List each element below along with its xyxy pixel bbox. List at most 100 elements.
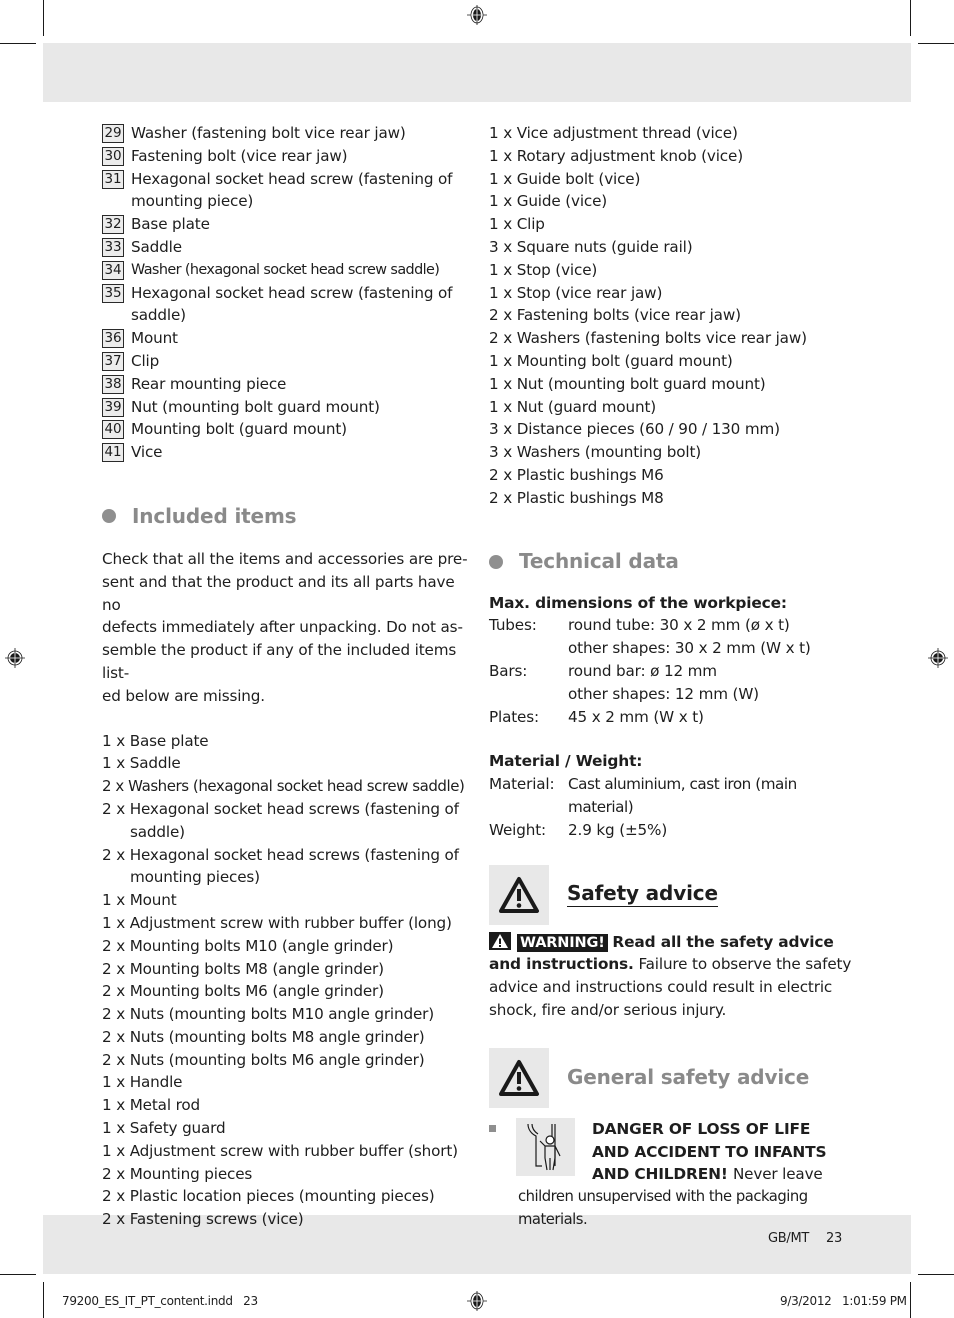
- header-band: [43, 43, 911, 102]
- list-item: 2 x Nuts (mounting bolts M8 angle grinde…: [102, 1027, 425, 1046]
- left-column: 29 Washer (fastening bolt vice rear jaw) …: [102, 122, 474, 1231]
- list-item: 1 x Base plate: [102, 731, 209, 750]
- part-number: 36: [102, 329, 124, 349]
- list-item: 1 x Guide bolt (vice): [489, 169, 641, 188]
- danger-text-tail: children unsupervised with the packaging…: [518, 1188, 808, 1228]
- list-item: 1 x Guide (vice): [489, 192, 608, 211]
- crop-mark: [918, 43, 954, 44]
- list-item: 2 x Mounting pieces: [102, 1164, 253, 1183]
- part-label: Fastening bolt (vice rear jaw): [131, 146, 348, 165]
- part-number: 40: [102, 420, 124, 440]
- crop-mark: [43, 1282, 44, 1318]
- right-column: 1 x Vice adjustment thread (vice) 1 x Ro…: [489, 122, 861, 1232]
- part-label: Vice: [131, 443, 163, 462]
- spec-value: other shapes: 30 x 2 mm (W x t): [568, 639, 811, 658]
- list-item: 2 x Nuts (mounting bolts M10 angle grind…: [102, 1005, 435, 1024]
- crop-mark: [910, 0, 911, 36]
- warning-paragraph: WARNING! Read all the safety advice and …: [489, 931, 861, 1022]
- part-row: 35 Hexagonal socket head screw (fastening…: [102, 282, 474, 328]
- part-label: Nut (mounting bolt guard mount): [131, 397, 380, 416]
- technical-data-heading: Technical data: [489, 547, 861, 577]
- section-title: General safety advice: [567, 1065, 810, 1090]
- intro-line: defects immediately after unpacking. Do …: [102, 618, 463, 637]
- part-label: Saddle: [131, 237, 182, 256]
- list-item: 1 x Handle: [102, 1073, 183, 1092]
- included-items-heading: Included items: [102, 501, 474, 531]
- part-number: 29: [102, 124, 124, 143]
- part-row: 38 Rear mounting piece: [102, 373, 474, 396]
- intro-line: sent and that the product and its all pa…: [102, 572, 455, 614]
- list-item: 3 x Washers (mounting bolt): [489, 443, 702, 462]
- part-label: Hexagonal socket head screw (fastening o…: [131, 283, 453, 325]
- registration-mark-icon: [928, 648, 948, 668]
- included-items-list-right: 1 x Vice adjustment thread (vice) 1 x Ro…: [489, 122, 861, 510]
- list-item: 1 x Safety guard: [102, 1119, 226, 1138]
- list-item: 2 x Fastening bolts (vice rear jaw): [489, 306, 741, 325]
- crop-mark: [43, 0, 44, 36]
- part-label: Base plate: [131, 215, 210, 234]
- danger-paragraph: DANGER OF LOSS OF LIFE AND ACCIDENT TO I…: [489, 1117, 861, 1232]
- registration-mark-icon: [5, 648, 25, 668]
- list-item: 2 x Mounting bolts M10 (angle grinder): [102, 936, 394, 955]
- spec-value: other shapes: 12 mm (W): [568, 684, 759, 703]
- material-heading: Material / Weight:: [489, 752, 643, 771]
- dimensions-block: Max. dimensions of the workpiece: Tubes:…: [489, 592, 861, 729]
- spec-value: Cast aluminium, cast iron (main material…: [568, 775, 797, 816]
- list-item: 1 x Nut (mounting bolt guard mount): [489, 374, 766, 393]
- list-item: 3 x Distance pieces (60 / 90 / 130 mm): [489, 420, 780, 439]
- spec-row: other shapes: 12 mm (W): [489, 683, 861, 706]
- part-number: 39: [102, 397, 124, 417]
- spec-row: other shapes: 30 x 2 mm (W x t): [489, 637, 861, 660]
- print-timestamp: 9/3/2012 1:01:59 PM: [780, 1294, 907, 1308]
- part-number: 41: [102, 443, 124, 463]
- danger-block: DANGER OF LOSS OF LIFE AND ACCIDENT TO I…: [489, 1117, 861, 1186]
- list-item: 2 x Plastic bushings M6: [489, 465, 664, 484]
- part-label: Mount: [131, 329, 178, 348]
- included-items-list-left: 1 x Base plate 1 x Saddle 2 x Washers (h…: [102, 730, 474, 1232]
- spec-key: Weight:: [489, 820, 546, 839]
- part-row: 37 Clip: [102, 350, 474, 373]
- part-number: 37: [102, 351, 124, 371]
- danger-line: AND ACCIDENT TO INFANTS: [592, 1142, 827, 1161]
- list-item: 1 x Mounting bolt (guard mount): [489, 351, 733, 370]
- part-number: 34: [102, 260, 124, 280]
- list-item: 3 x Square nuts (guide rail): [489, 237, 693, 256]
- part-number: 31: [102, 169, 124, 189]
- warning-triangle-icon: [489, 864, 549, 925]
- spec-row: Plates: 45 x 2 mm (W x t): [489, 706, 861, 729]
- part-row: 39 Nut (mounting bolt guard mount): [102, 396, 474, 419]
- crop-mark: [910, 1282, 911, 1318]
- list-item: 1 x Nut (guard mount): [489, 397, 657, 416]
- part-label: Rear mounting piece: [131, 374, 287, 393]
- list-item: 1 x Vice adjustment thread (vice): [489, 124, 738, 142]
- part-row: 30 Fastening bolt (vice rear jaw): [102, 145, 474, 168]
- list-item: 2 x Plastic location pieces (mounting pi…: [102, 1187, 435, 1206]
- intro-line: Check that all the items and accessories…: [102, 549, 468, 568]
- parts-list: 29 Washer (fastening bolt vice rear jaw) …: [102, 122, 474, 464]
- part-label: Mounting bolt (guard mount): [131, 420, 347, 439]
- child-danger-icon: [516, 1117, 575, 1176]
- list-item: 1 x Clip: [489, 215, 545, 234]
- spec-key: [489, 683, 568, 706]
- spec-key: [489, 637, 568, 660]
- spec-row: Material: Cast aluminium, cast iron (main…: [489, 773, 861, 819]
- part-label: Washer (hexagonal socket head screw sadd…: [131, 261, 440, 278]
- spec-key: Plates:: [489, 707, 539, 726]
- part-row: 41 Vice: [102, 441, 474, 464]
- part-number: 30: [102, 146, 124, 166]
- part-row: 36 Mount: [102, 327, 474, 350]
- spec-value: round bar: ø 12 mm: [568, 661, 717, 680]
- intro-line: semble the product if any of the include…: [102, 641, 457, 682]
- general-safety-heading: General safety advice: [489, 1047, 861, 1108]
- bullet-icon: [102, 508, 116, 523]
- part-row: 31 Hexagonal socket head screw (fastening…: [102, 168, 474, 214]
- list-item: 2 x Mounting bolts M8 (angle grinder): [102, 959, 384, 978]
- page-label: GB/MT: [768, 1231, 810, 1246]
- danger-line: DANGER OF LOSS OF LIFE: [592, 1119, 811, 1138]
- dimensions-heading: Max. dimensions of the workpiece:: [489, 593, 787, 612]
- list-item: 2 x Washers (hexagonal socket head screw…: [102, 777, 465, 796]
- list-item: 2 x Plastic bushings M8: [489, 488, 664, 507]
- spec-value: round tube: 30 x 2 mm (ø x t): [568, 616, 790, 635]
- spec-value: 2.9 kg (±5%): [568, 820, 668, 839]
- danger-text: Never leave: [732, 1165, 823, 1184]
